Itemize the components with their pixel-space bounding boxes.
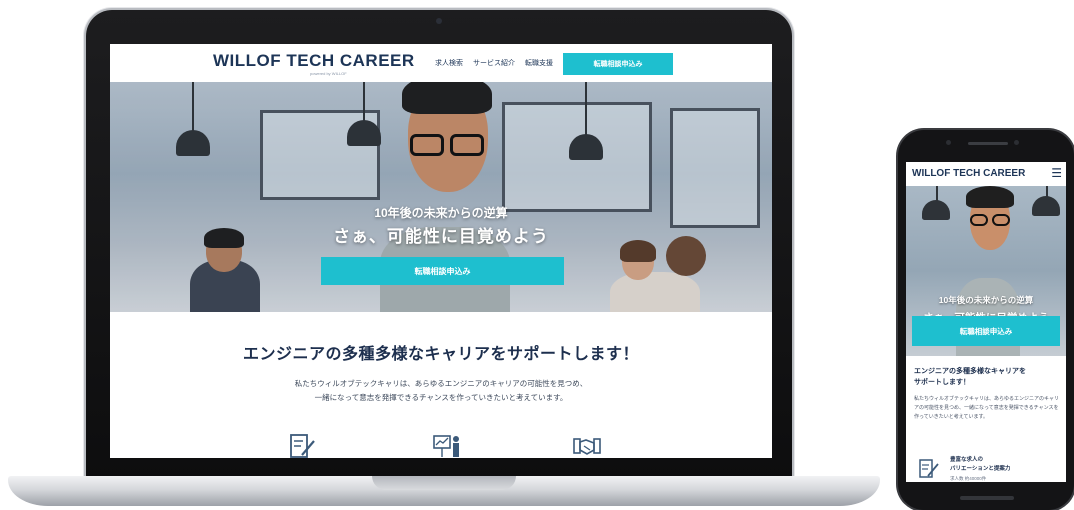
nav-item-career-support[interactable]: 転職支援 <box>525 58 553 68</box>
hamburger-menu-icon[interactable]: ☰ <box>1051 167 1062 179</box>
mobile-section-title-line: エンジニアの多種多様なキャリアを <box>914 368 1026 375</box>
hero-title: さぁ、可能性に目覚めよう <box>333 227 549 246</box>
phone-camera <box>946 140 951 145</box>
section-text: 私たちウィルオブテックキャリは、あらゆるエンジニアのキャリアの可能性を見つめ、 … <box>110 377 772 405</box>
section-text-line: 私たちウィルオブテックキャリは、あらゆるエンジニアのキャリアの可能性を見つめ、 <box>294 379 588 388</box>
laptop-notch <box>372 476 516 490</box>
phone-speaker <box>968 142 1008 145</box>
header-consultation-button[interactable]: 転職相談申込み <box>563 53 673 75</box>
desktop-logo[interactable]: WILLOF TECH CAREER <box>213 51 415 71</box>
hero-person-glasses <box>992 214 1010 226</box>
desktop-header: WILLOF TECH CAREER powered by WILLOF 求人検… <box>110 44 772 82</box>
document-pen-icon <box>919 459 939 478</box>
desktop-logo-sub: powered by WILLOF <box>310 71 347 76</box>
nav-item-services[interactable]: サービス紹介 <box>473 58 515 68</box>
pendant-lamp <box>1032 196 1060 216</box>
mobile-hero-subtitle: 10年後の未来からの逆算 <box>938 295 1034 305</box>
desktop-hero: 10年後の未来からの逆算 さぁ、可能性に目覚めよう 転職相談申込み <box>110 82 772 312</box>
section-title: エンジニアの多種多様なキャリアをサポートします！ <box>242 346 639 363</box>
mobile-header: WILLOF TECH CAREER ☰ <box>906 162 1066 186</box>
phone-sensor <box>1014 140 1019 145</box>
handshake-icon <box>573 438 601 455</box>
mobile-logo[interactable]: WILLOF TECH CAREER <box>912 168 1025 179</box>
hero-subtitle: 10年後の未来からの逆算 <box>374 206 508 220</box>
hero-person-hair <box>966 186 1014 208</box>
phone-home-bar <box>960 496 1014 500</box>
mobile-website: WILLOF TECH CAREER ☰ 10年後の未来からの逆算 さぁ、可能性… <box>906 162 1066 482</box>
pendant-lamp <box>922 200 950 220</box>
mobile-consultation-button[interactable]: 転職相談申込み <box>912 316 1060 346</box>
laptop-camera <box>436 18 442 24</box>
document-pen-icon <box>290 434 315 458</box>
nav-item-job-search[interactable]: 求人検索 <box>435 58 463 68</box>
mobile-section-text: 私たちウィルオブテックキャリは、あらゆるエンジニアのキャリアの可能性を見つめ、一… <box>914 396 1060 420</box>
desktop-nav: 求人検索 サービス紹介 転職支援 <box>435 58 553 68</box>
mobile-feature-title: 豊富な求人の バリエーションと提案力 <box>950 456 1060 474</box>
mobile-section-title-line: サポートします！ <box>914 379 970 386</box>
mobile-feature-note: 求人数 約40000件 <box>950 476 987 481</box>
mobile-feature-title-line: バリエーションと提案力 <box>950 466 1011 472</box>
mobile-feature-title-line: 豊富な求人の <box>950 457 984 463</box>
hero-person-glasses <box>970 214 988 226</box>
section-text-line: 一緒になって意志を発揮できるチャンスを作っていきたいと考えています。 <box>314 393 568 402</box>
desktop-website: WILLOF TECH CAREER powered by WILLOF 求人検… <box>110 44 772 458</box>
presentation-icon <box>433 435 459 457</box>
mobile-section-title: エンジニアの多種多様なキャリアを サポートします！ <box>914 366 1060 388</box>
hero-consultation-button[interactable]: 転職相談申込み <box>321 257 564 285</box>
